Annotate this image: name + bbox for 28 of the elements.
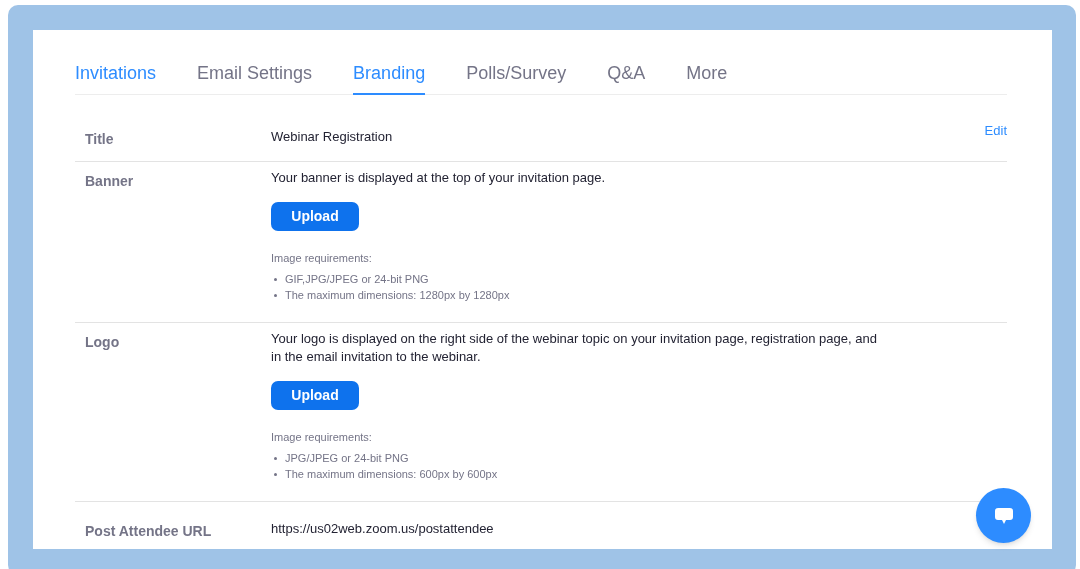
bullet-icon xyxy=(274,472,277,476)
tab[interactable]: Email Settings xyxy=(197,52,313,95)
tab[interactable]: Branding xyxy=(353,52,426,95)
tab[interactable]: More xyxy=(686,52,728,95)
row-label: Post Attendee URL xyxy=(85,523,212,539)
requirement-item: The maximum dimensions: 600px by 600px xyxy=(285,467,498,482)
upload-button[interactable]: Upload xyxy=(271,381,359,410)
requirement-item: The maximum dimensions: 1280px by 1280px xyxy=(285,288,510,303)
row-label: Logo xyxy=(85,333,120,352)
tab[interactable]: Polls/Survey xyxy=(466,52,567,95)
upload-button[interactable]: Upload xyxy=(271,202,359,231)
tab[interactable]: Invitations xyxy=(75,52,157,95)
tab[interactable]: Q&A xyxy=(607,52,646,95)
edit-link[interactable]: Edit xyxy=(984,123,1007,139)
row-value: Webinar Registration xyxy=(271,128,393,146)
chat-bubble-icon xyxy=(993,506,1014,525)
row-label: Title xyxy=(85,131,114,147)
bullet-icon xyxy=(274,277,277,281)
row-label: Banner xyxy=(85,172,134,191)
requirement-item: GIF,JPG/JPEG or 24-bit PNG xyxy=(285,272,429,287)
requirement-item: JPG/JPEG or 24-bit PNG xyxy=(285,451,409,466)
bullet-icon xyxy=(274,456,277,460)
description-text: Your banner is displayed at the top of your invitation page. xyxy=(271,169,606,187)
row-value: https://us02web.zoom.us/postattendee xyxy=(271,520,494,538)
bullet-icon xyxy=(274,293,277,297)
requirements-heading: Image requirements: xyxy=(271,251,372,266)
description-text: Your logo is displayed on the right side of the webinar topic on your invitation page, registration page, and in the email invitation to the webinar. xyxy=(271,330,878,366)
requirements-heading: Image requirements: xyxy=(271,430,372,445)
